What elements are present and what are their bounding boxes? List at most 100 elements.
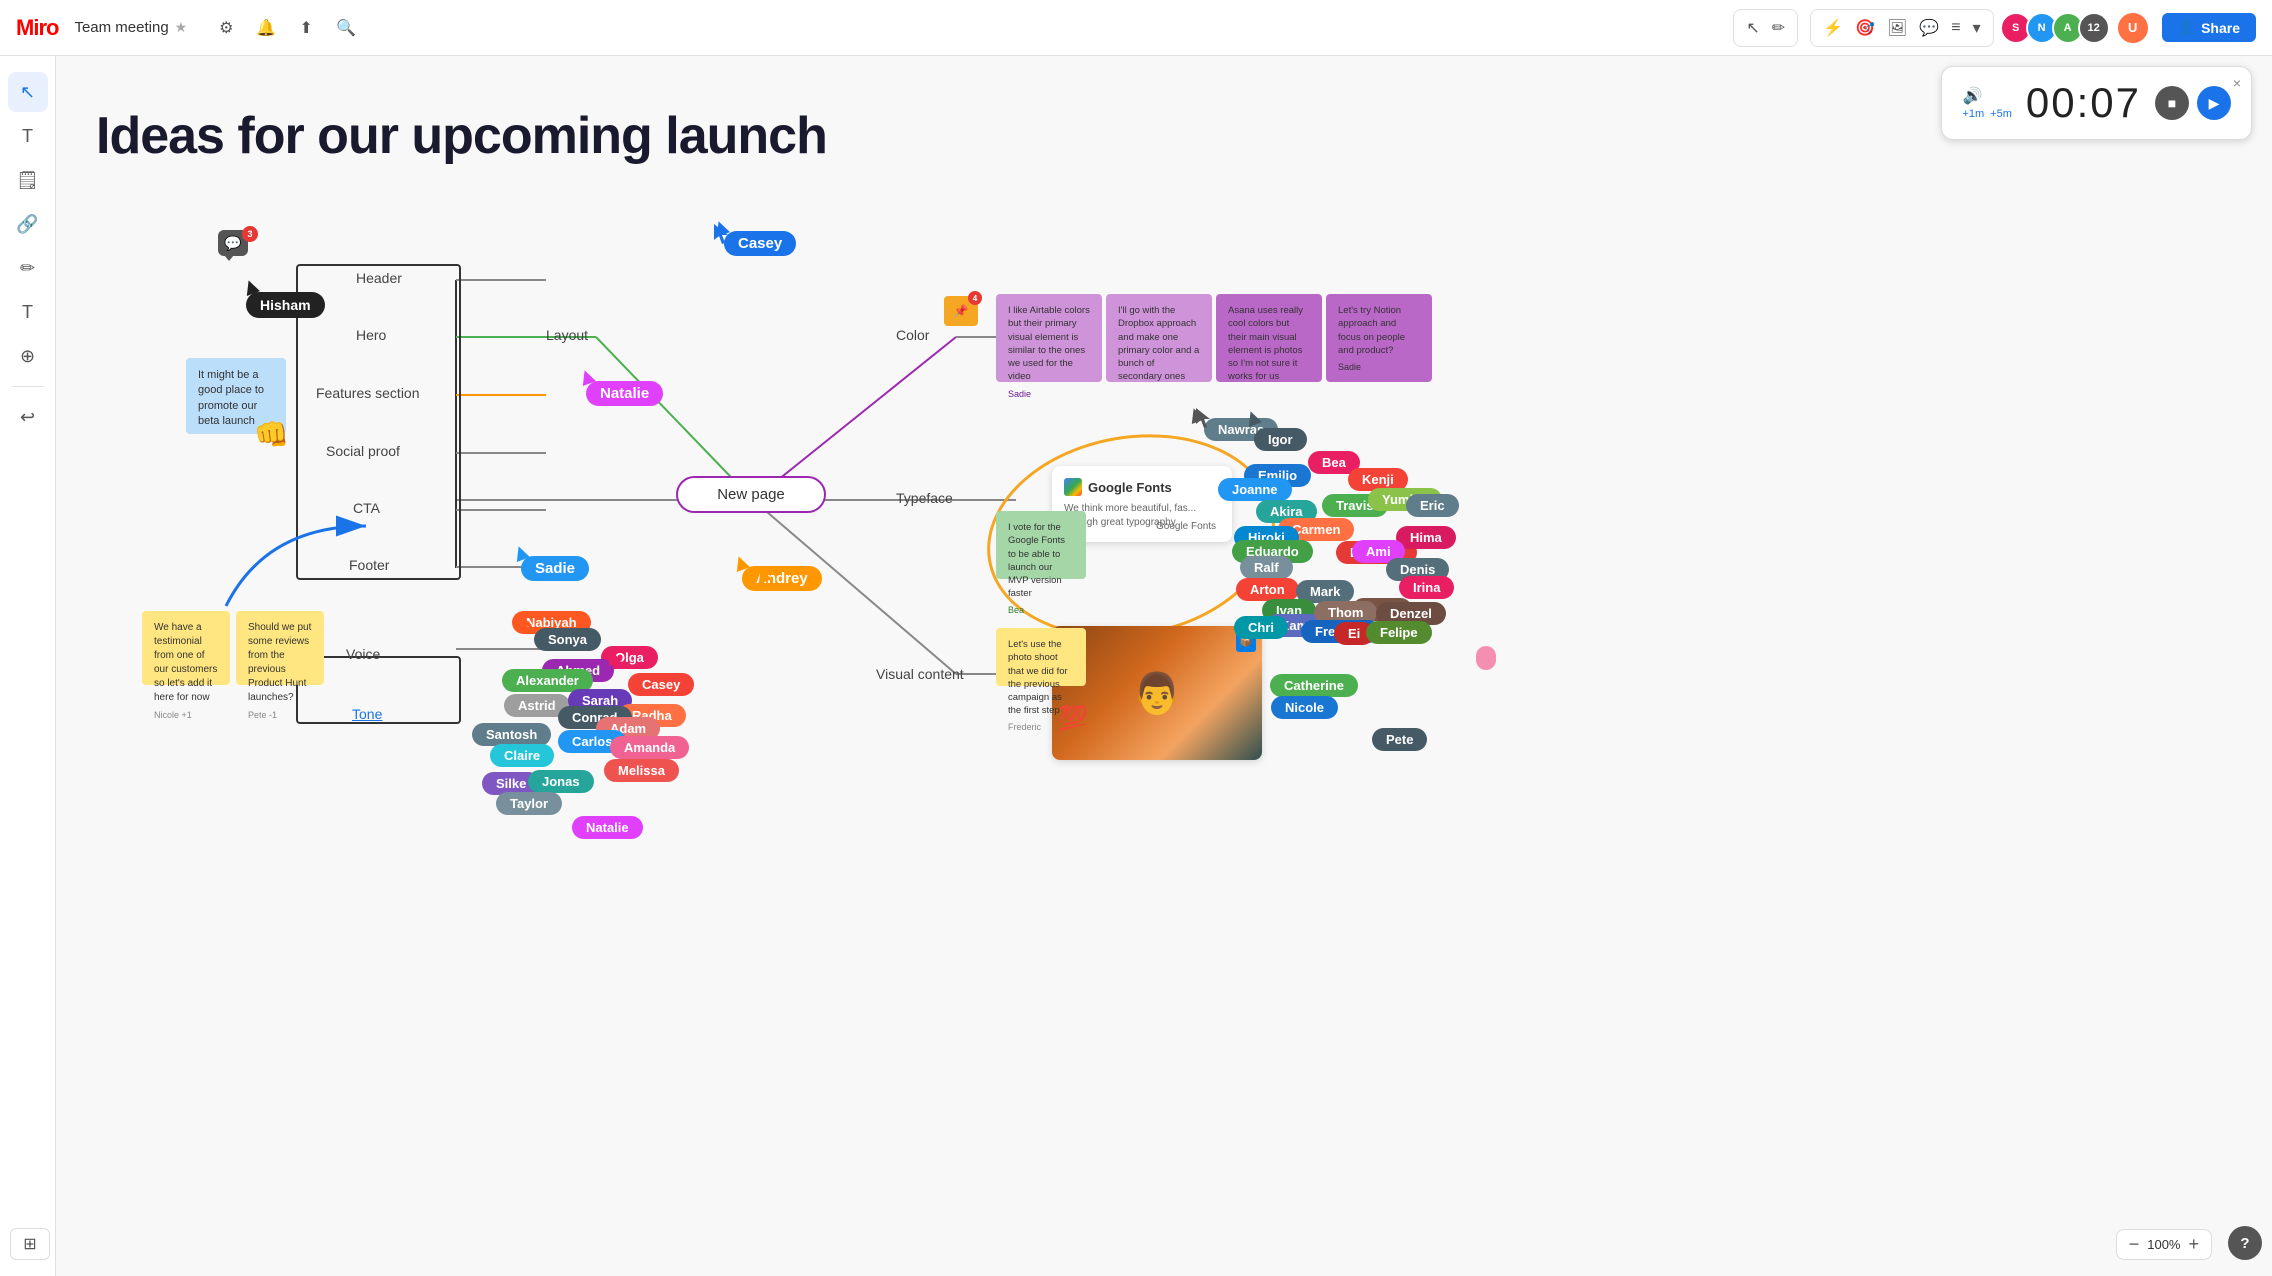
user-chip-natalie: Natalie xyxy=(586,381,663,406)
sticky-notion[interactable]: Let's try Notion approach and focus on p… xyxy=(1326,294,1432,382)
zoom-out-button[interactable]: − xyxy=(2129,1234,2140,1255)
cursor-arrow-top xyxy=(714,224,730,249)
menu-icon[interactable]: ≡ xyxy=(1947,15,1964,41)
timer-close-button[interactable]: × xyxy=(2233,75,2241,91)
user-chip-hisham: Hisham xyxy=(246,292,325,318)
lightning-icon[interactable]: ⚡ xyxy=(1819,14,1847,42)
user-chip-joanne: Joanne xyxy=(1218,478,1292,501)
map-toggle[interactable]: ⊞ xyxy=(10,1228,50,1260)
comment-count: 3 xyxy=(242,226,258,242)
user-chip-casey-bottom: Casey xyxy=(628,673,694,696)
screen-icon[interactable]: 🖼 xyxy=(1883,14,1911,42)
share-icon: 👤 xyxy=(2178,19,2195,36)
star-icon[interactable]: ★ xyxy=(175,19,188,36)
timer-display: 00:07 xyxy=(2026,79,2141,127)
avatar-group: S N A 12 xyxy=(2006,12,2110,44)
timer-icon[interactable]: 🎯 xyxy=(1851,14,1879,42)
sticky-airtable[interactable]: I like Airtable colors but their primary… xyxy=(996,294,1102,382)
chat-icon[interactable]: 💬 xyxy=(1915,14,1943,42)
user-chip-chri: Chri xyxy=(1234,616,1288,639)
toolbar-divider xyxy=(13,386,43,387)
undo-tool[interactable]: ↩ xyxy=(8,397,48,437)
user-chip-natalie-bottom: Natalie xyxy=(572,816,643,839)
center-node[interactable]: New page xyxy=(676,476,826,513)
cursor-arrow-mid xyxy=(1196,408,1212,433)
board-title: Team meeting ★ xyxy=(74,19,187,36)
user-chip-arton: Arton xyxy=(1236,578,1299,601)
frame-tool[interactable]: ⊕ xyxy=(8,336,48,376)
user-chip-hima: Hima xyxy=(1396,526,1456,549)
settings-icon[interactable]: ⚙ xyxy=(215,17,237,39)
user-chip-taylor: Taylor xyxy=(496,792,562,815)
tone-link[interactable]: Tone xyxy=(352,706,382,722)
timer-stop-button[interactable]: ■ xyxy=(2155,86,2189,120)
user-chip-claire: Claire xyxy=(490,744,554,767)
user-chip-sonya: Sonya xyxy=(534,628,601,651)
share-icon[interactable]: ⬆ xyxy=(295,17,317,39)
gf-header: Google Fonts xyxy=(1064,478,1220,496)
gf-logo xyxy=(1064,478,1082,496)
blue-arrow-svg xyxy=(206,486,386,626)
timer-play-button[interactable]: ▶ xyxy=(2197,86,2231,120)
timer-minus1[interactable]: +1m xyxy=(1962,108,1984,120)
timer-sound-icon[interactable]: 🔊 xyxy=(1962,86,1982,106)
help-button[interactable]: ? xyxy=(2228,1226,2262,1260)
timer-adjust: +1m +5m xyxy=(1962,108,2011,120)
shape-tool[interactable]: T xyxy=(8,292,48,332)
user-chip-casey-top: Casey xyxy=(724,231,796,256)
cursor-icon[interactable]: ↖ xyxy=(1742,14,1763,42)
user-chip-eric: Eric xyxy=(1406,494,1459,517)
user-chip-pete: Pete xyxy=(1372,728,1427,751)
user-chip-felipe: Felipe xyxy=(1366,621,1432,644)
sticky-photo-shoot[interactable]: Let's use the photo shoot that we did fo… xyxy=(996,628,1086,686)
sticky-icon: 📌 4 xyxy=(944,296,978,326)
sticky-note-tool[interactable]: 🗒 xyxy=(8,160,48,200)
select-tool[interactable]: ↖ xyxy=(8,72,48,112)
mode-panel: ↖ ✏ xyxy=(1733,9,1798,47)
timer-controls: ■ ▶ xyxy=(2155,86,2231,120)
timer-info: 🔊 +1m +5m xyxy=(1962,86,2011,120)
user-avatar[interactable]: U xyxy=(2116,11,2150,45)
search-icon[interactable]: 🔍 xyxy=(335,17,357,39)
text-tool[interactable]: T xyxy=(8,116,48,156)
sticky-reviews[interactable]: Should we put some reviews from the prev… xyxy=(236,611,324,685)
hero-label: Hero xyxy=(356,327,386,343)
tools-panel: ⚡ 🎯 🖼 💬 ≡ ▾ xyxy=(1810,9,1993,47)
layout-label: Layout xyxy=(546,327,588,343)
topbar-right: ↖ ✏ ⚡ 🎯 🖼 💬 ≡ ▾ S N A 12 U 👤 Share xyxy=(1733,9,2256,47)
chevron-down-icon[interactable]: ▾ xyxy=(1969,14,1985,42)
avatar-count[interactable]: 12 xyxy=(2078,12,2110,44)
timer-widget: × 🔊 +1m +5m 00:07 ■ ▶ xyxy=(1941,66,2252,140)
visual-content-label: Visual content xyxy=(876,666,964,682)
social-proof-label: Social proof xyxy=(326,443,400,459)
topbar: Miro Team meeting ★ ⚙ 🔔 ⬆ 🔍 ↖ ✏ ⚡ 🎯 🖼 💬 … xyxy=(0,0,2272,56)
pencil-tool[interactable]: ✏ xyxy=(8,248,48,288)
canvas[interactable]: Ideas for our upcoming launch Header Her… xyxy=(56,56,2272,1276)
pen-tool[interactable]: 🔗 xyxy=(8,204,48,244)
user-chip-santosh: Santosh xyxy=(472,723,551,746)
user-chip-melissa: Melissa xyxy=(604,759,679,782)
zoom-in-button[interactable]: + xyxy=(2188,1234,2199,1255)
user-chip-nicole: Nicole xyxy=(1271,696,1338,719)
timer-plus5[interactable]: +5m xyxy=(1990,108,2012,120)
gf-extra-text: Google Fonts xyxy=(1156,521,1236,532)
board-title: Ideas for our upcoming launch xyxy=(96,106,827,166)
comment-badge[interactable]: 💬 3 xyxy=(218,230,254,266)
notifications-icon[interactable]: 🔔 xyxy=(255,17,277,39)
draw-icon[interactable]: ✏ xyxy=(1768,14,1789,42)
sticky-testimonial[interactable]: We have a testimonial from one of our cu… xyxy=(142,611,230,685)
header-label: Header xyxy=(356,270,402,286)
sticky-dropbox[interactable]: I'll go with the Dropbox approach and ma… xyxy=(1106,294,1212,382)
zoom-level: 100% xyxy=(2147,1237,2180,1252)
sticky-gf-vote[interactable]: I vote for the Google Fonts to be able t… xyxy=(996,511,1086,579)
topbar-tools: ⚙ 🔔 ⬆ 🔍 xyxy=(215,17,357,39)
sticky-asana[interactable]: Asana uses really cool colors but their … xyxy=(1216,294,1322,382)
user-chip-partial xyxy=(1476,646,1496,670)
user-chip-catherine: Catherine xyxy=(1270,674,1358,697)
miro-logo: Miro xyxy=(16,15,58,41)
features-label: Features section xyxy=(316,385,420,401)
hundred-badge: 💯 xyxy=(1058,704,1088,733)
share-button[interactable]: 👤 Share xyxy=(2162,13,2256,42)
user-chip-sadie: Sadie xyxy=(521,556,589,581)
left-toolbar: ↖ T 🗒 🔗 ✏ T ⊕ ↩ ❐ xyxy=(0,56,56,1276)
